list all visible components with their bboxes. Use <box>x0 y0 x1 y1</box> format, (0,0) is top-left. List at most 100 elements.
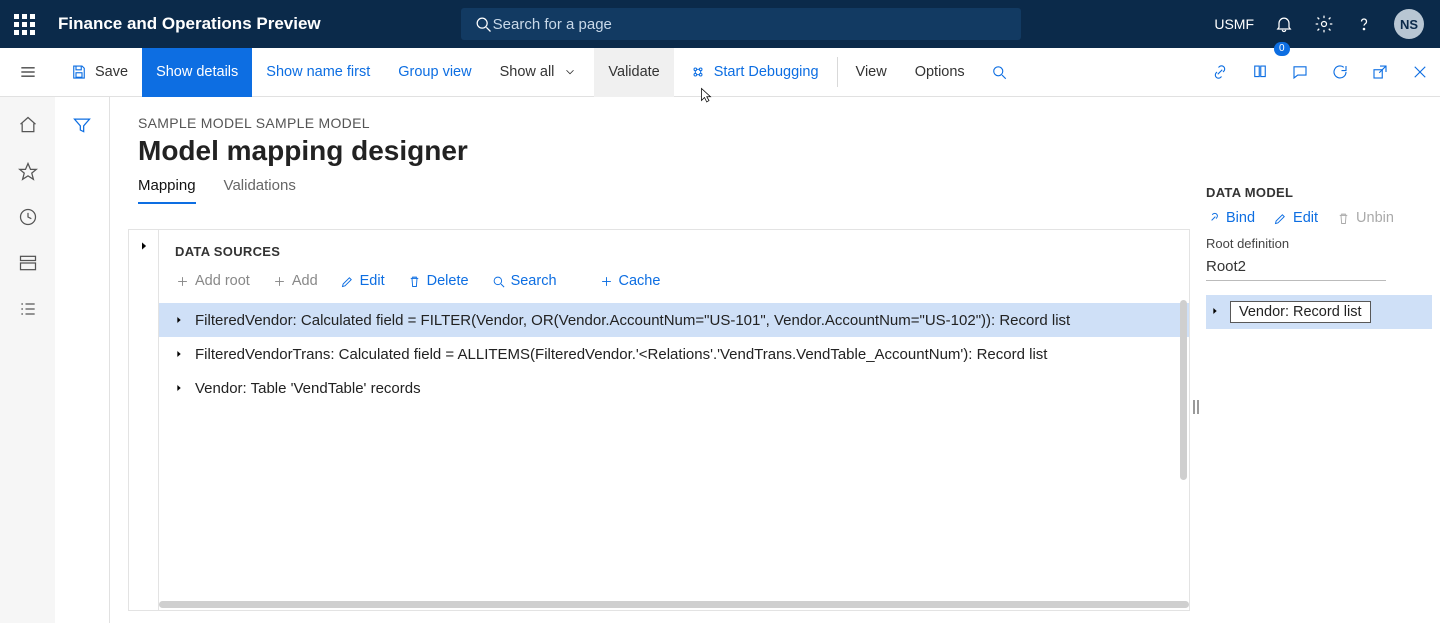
show-details-button[interactable]: Show details <box>142 48 252 97</box>
save-label: Save <box>95 64 128 80</box>
dm-edit-label: Edit <box>1293 210 1318 226</box>
tree-row-label: Vendor: Table 'VendTable' records <box>195 380 421 397</box>
edit-label: Edit <box>360 273 385 289</box>
datasources-toolbar: Add root Add Edit Delete Search <box>159 269 1189 301</box>
search-button[interactable]: Search <box>491 273 557 289</box>
datamodel-actions: Bind Edit Unbin <box>1206 210 1432 226</box>
message-icon <box>1290 62 1310 82</box>
nav-hamburger[interactable] <box>0 48 55 97</box>
home-icon[interactable] <box>18 115 38 135</box>
caret-icon[interactable] <box>173 349 185 359</box>
show-name-first-button[interactable]: Show name first <box>252 48 384 97</box>
save-button[interactable]: Save <box>55 48 142 97</box>
tab-mapping[interactable]: Mapping <box>138 177 196 204</box>
root-definition-input[interactable] <box>1206 255 1386 281</box>
datamodel-row-label: Vendor: Record list <box>1230 301 1371 323</box>
global-header: Finance and Operations Preview USMF NS <box>0 0 1440 48</box>
global-search-input[interactable] <box>493 16 1009 33</box>
datamodel-tree: Vendor: Record list <box>1206 295 1432 329</box>
action-bar: Save Show details Show name first Group … <box>55 48 1440 97</box>
search-icon <box>473 14 493 34</box>
delete-button[interactable]: Delete <box>407 273 469 289</box>
edit-button[interactable]: Edit <box>340 273 385 289</box>
dm-edit-button[interactable]: Edit <box>1273 210 1318 226</box>
unbind-button: Unbin <box>1336 210 1394 226</box>
separator <box>837 57 838 87</box>
bind-label: Bind <box>1226 210 1255 226</box>
book-icon <box>1250 62 1270 82</box>
delete-label: Delete <box>427 273 469 289</box>
unbind-label: Unbin <box>1356 210 1394 226</box>
tree-row[interactable]: Vendor: Table 'VendTable' records <box>159 371 1189 405</box>
start-debugging-label: Start Debugging <box>714 64 819 80</box>
user-avatar[interactable]: NS <box>1394 9 1424 39</box>
scrollbar-vertical[interactable] <box>1180 300 1187 480</box>
tree-row[interactable]: FilteredVendorTrans: Calculated field = … <box>159 337 1189 371</box>
splitter-handle[interactable] <box>1192 397 1200 417</box>
find-button[interactable] <box>979 48 1019 97</box>
recent-icon[interactable] <box>18 207 38 227</box>
panel-collapser[interactable] <box>128 229 158 611</box>
show-name-first-label: Show name first <box>266 64 370 80</box>
validate-label: Validate <box>608 64 659 80</box>
options-label: Options <box>915 64 965 80</box>
add-root-label: Add root <box>195 273 250 289</box>
app-launcher[interactable] <box>0 14 48 35</box>
popout-icon <box>1370 62 1390 82</box>
view-label: View <box>856 64 887 80</box>
tab-validations[interactable]: Validations <box>224 177 296 204</box>
datamodel-title: DATA MODEL <box>1206 185 1432 200</box>
gear-icon[interactable] <box>1314 14 1334 34</box>
page-title: Model mapping designer <box>110 135 1440 177</box>
tree-row[interactable]: FilteredVendor: Calculated field = FILTE… <box>159 303 1189 337</box>
view-button[interactable]: View <box>842 48 901 97</box>
page-content: SAMPLE MODEL SAMPLE MODEL Model mapping … <box>110 97 1440 623</box>
validate-button[interactable]: Validate <box>594 48 673 97</box>
close-icon <box>1410 62 1430 82</box>
options-button[interactable]: Options <box>901 48 979 97</box>
caret-icon[interactable] <box>1210 303 1220 321</box>
tree-row-label: FilteredVendorTrans: Calculated field = … <box>195 346 1047 363</box>
debug-icon <box>688 62 708 82</box>
star-icon[interactable] <box>18 161 38 181</box>
group-view-button[interactable]: Group view <box>384 48 485 97</box>
group-view-label: Group view <box>398 64 471 80</box>
workspaces-icon[interactable] <box>18 253 38 273</box>
caret-icon[interactable] <box>173 383 185 393</box>
datasources-title: DATA SOURCES <box>159 230 1189 269</box>
close-button[interactable] <box>1400 48 1440 97</box>
caret-icon[interactable] <box>173 315 185 325</box>
chevron-down-icon <box>560 62 580 82</box>
menu-icon <box>18 62 38 82</box>
refresh-button[interactable] <box>1320 48 1360 97</box>
attachments-button[interactable] <box>1240 48 1280 97</box>
app-title: Finance and Operations Preview <box>58 14 321 34</box>
header-right: USMF NS <box>1214 9 1440 39</box>
cache-label: Cache <box>619 273 661 289</box>
bell-icon[interactable] <box>1274 14 1294 34</box>
datamodel-row[interactable]: Vendor: Record list <box>1206 295 1432 329</box>
breadcrumb: SAMPLE MODEL SAMPLE MODEL <box>110 97 1440 135</box>
scrollbar-horizontal[interactable] <box>159 601 1189 608</box>
add-root-button[interactable]: Add root <box>175 273 250 289</box>
bind-button[interactable]: Bind <box>1206 210 1255 226</box>
company-picker[interactable]: USMF <box>1214 16 1254 32</box>
popout-button[interactable] <box>1360 48 1400 97</box>
filter-column <box>55 97 110 623</box>
messages-count: 0 <box>1274 42 1290 56</box>
messages-button[interactable]: 0 <box>1280 48 1320 97</box>
start-debugging-button[interactable]: Start Debugging <box>674 48 833 97</box>
root-definition-label: Root definition <box>1206 236 1432 251</box>
add-button[interactable]: Add <box>272 273 318 289</box>
datamodel-column: DATA MODEL Bind Edit Unbin Root definiti… <box>1206 185 1432 611</box>
show-all-dropdown[interactable]: Show all <box>486 48 595 97</box>
tree-row-label: FilteredVendor: Calculated field = FILTE… <box>195 312 1070 329</box>
filter-icon[interactable] <box>72 115 92 135</box>
link-button[interactable] <box>1200 48 1240 97</box>
cache-button[interactable]: Cache <box>599 273 661 289</box>
global-search[interactable] <box>461 8 1021 40</box>
search-label: Search <box>511 273 557 289</box>
save-icon <box>69 62 89 82</box>
modules-icon[interactable] <box>18 299 38 319</box>
help-icon[interactable] <box>1354 14 1374 34</box>
